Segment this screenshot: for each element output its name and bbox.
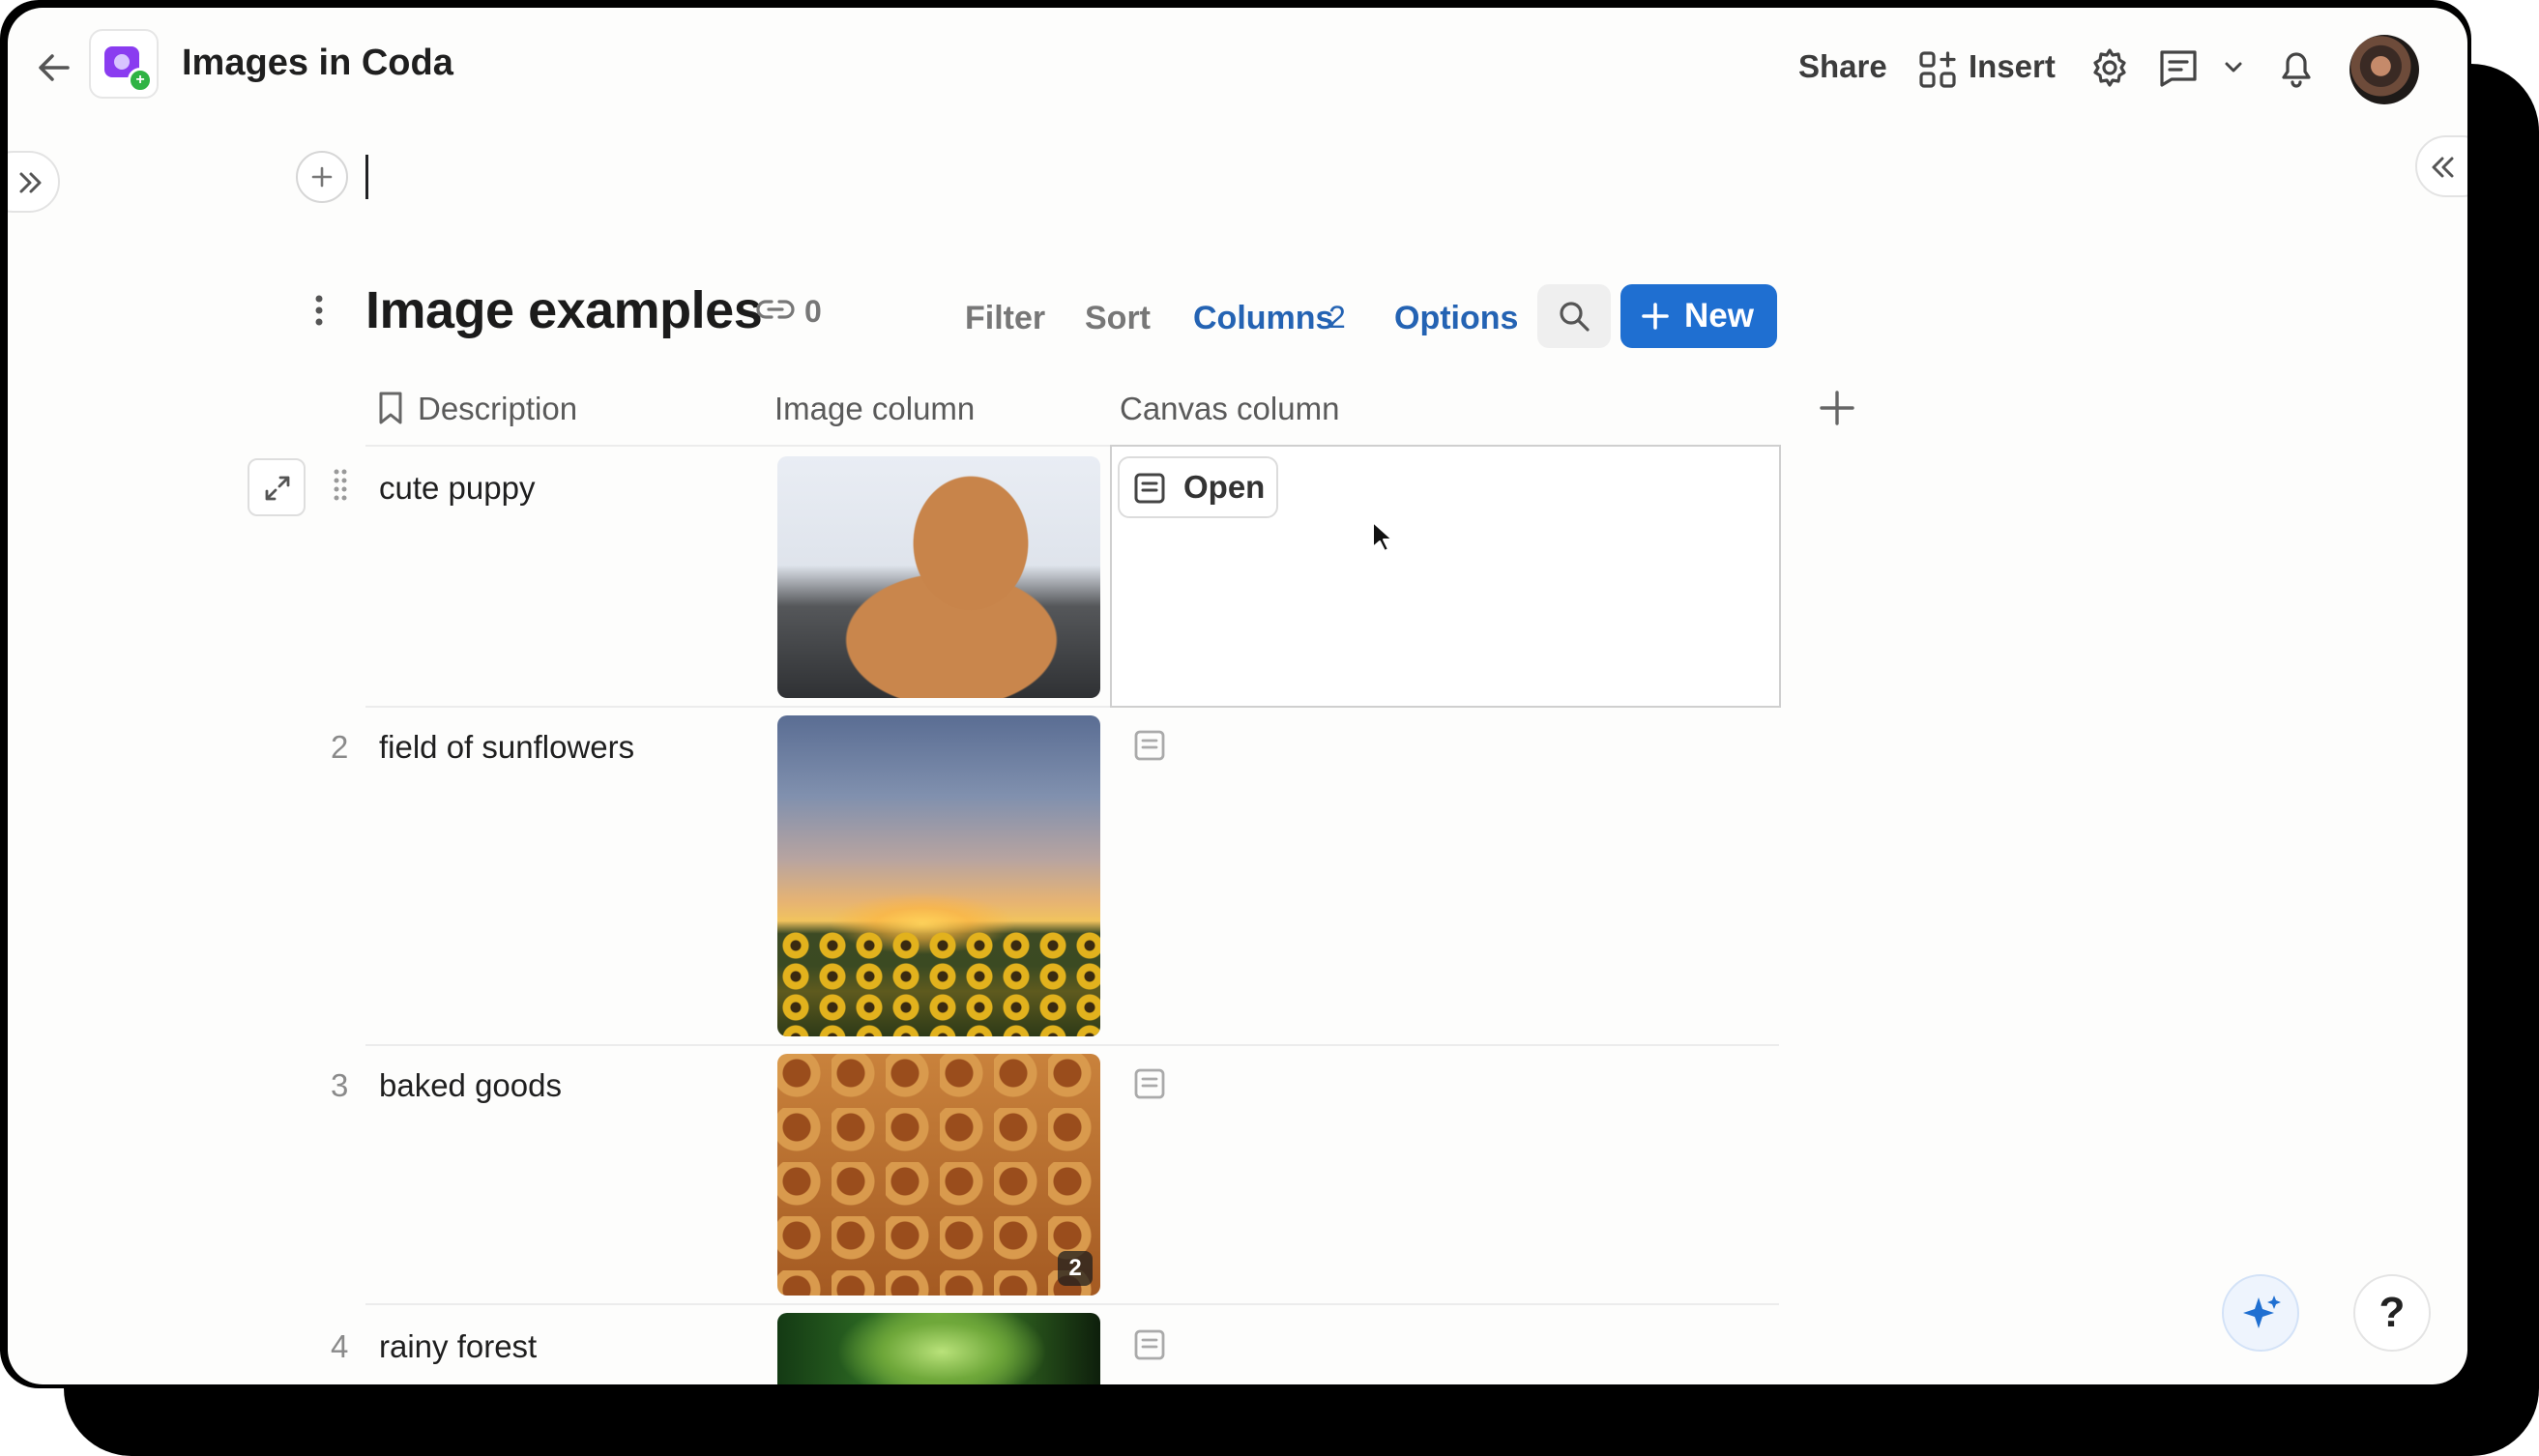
camera-lens <box>114 54 130 70</box>
text-caret <box>365 155 368 199</box>
collapse-panel-icon <box>2432 157 2454 178</box>
sparkle-icon <box>2243 1296 2281 1328</box>
new-button-label: New <box>1684 297 1754 335</box>
plus-icon <box>1642 303 1669 330</box>
sort-button[interactable]: Sort <box>1085 300 1151 337</box>
canvas-doc-icon[interactable] <box>1133 1328 1166 1361</box>
app-window: + Images in Coda Share Insert Image exam… <box>0 0 2471 1388</box>
drag-handle-icon[interactable] <box>333 468 348 503</box>
row-number: 3 <box>331 1067 349 1103</box>
expand-row-button[interactable] <box>248 458 306 516</box>
canvas-doc-icon[interactable] <box>1133 1067 1166 1100</box>
comment-icon[interactable] <box>2156 46 2201 89</box>
add-block-button[interactable] <box>296 151 348 203</box>
row-1-image-puppy[interactable] <box>777 456 1100 698</box>
image-count-badge: 2 <box>1058 1251 1093 1286</box>
canvas-doc-icon <box>1134 473 1165 504</box>
column-header-canvas[interactable]: Canvas column <box>1120 391 1339 427</box>
bookmark-icon <box>377 391 404 425</box>
collapse-panel-button[interactable] <box>2415 135 2467 197</box>
open-label: Open <box>1183 469 1266 505</box>
sunflower-pattern <box>777 930 1100 1036</box>
add-column-icon[interactable] <box>1818 389 1856 427</box>
search-icon <box>1560 302 1590 332</box>
row-number: 2 <box>331 729 349 765</box>
row-2-description[interactable]: field of sunflowers <box>379 729 634 766</box>
expand-panel-icon <box>19 172 42 193</box>
add-badge-icon: + <box>128 68 153 93</box>
row-divider <box>365 1044 1779 1046</box>
row-divider <box>365 1303 1779 1305</box>
row-4-description[interactable]: rainy forest <box>379 1328 537 1365</box>
table-title[interactable]: Image examples <box>365 280 763 340</box>
help-button[interactable]: ? <box>2353 1274 2431 1352</box>
ai-assistant-button[interactable] <box>2222 1274 2299 1352</box>
app-logo[interactable]: + <box>89 29 159 99</box>
back-arrow-icon[interactable] <box>33 46 75 89</box>
link-count: 0 <box>804 294 822 329</box>
insert-button[interactable]: Insert <box>1969 48 2056 85</box>
expand-panel-button[interactable] <box>8 151 60 213</box>
new-row-button[interactable]: New <box>1620 284 1777 348</box>
row-4-image-forest[interactable] <box>777 1313 1100 1384</box>
bell-icon[interactable] <box>2276 46 2317 89</box>
window-content: + Images in Coda Share Insert Image exam… <box>8 8 2467 1384</box>
columns-count: 2 <box>1328 300 1346 335</box>
column-header-image[interactable]: Image column <box>774 391 975 427</box>
row-3-description[interactable]: baked goods <box>379 1067 562 1104</box>
row-number: 4 <box>331 1328 349 1364</box>
filter-button[interactable]: Filter <box>965 300 1045 337</box>
canvas-doc-icon[interactable] <box>1133 729 1166 762</box>
row-2-image-sunflowers[interactable] <box>777 715 1100 1036</box>
plus-icon <box>311 166 333 188</box>
options-button[interactable]: Options <box>1394 300 1518 337</box>
chevron-down-icon[interactable] <box>2222 56 2245 79</box>
link-icon[interactable] <box>756 296 795 323</box>
column-header-description[interactable]: Description <box>418 391 577 427</box>
avatar[interactable] <box>2349 35 2419 104</box>
gear-icon[interactable] <box>2088 46 2131 89</box>
share-button[interactable]: Share <box>1798 48 1887 85</box>
columns-button[interactable]: Columns <box>1193 300 1333 337</box>
expand-row-icon <box>265 476 290 501</box>
canvas-open-button[interactable]: Open <box>1118 456 1278 518</box>
insert-grid-icon[interactable] <box>1918 50 1957 89</box>
kebab-icon[interactable] <box>313 294 325 327</box>
row-1-description[interactable]: cute puppy <box>379 470 535 507</box>
cursor-icon <box>1371 520 1394 553</box>
doc-title[interactable]: Images in Coda <box>182 43 453 84</box>
search-button[interactable] <box>1537 284 1611 348</box>
row-3-image-baked-goods[interactable]: 2 <box>777 1054 1100 1296</box>
